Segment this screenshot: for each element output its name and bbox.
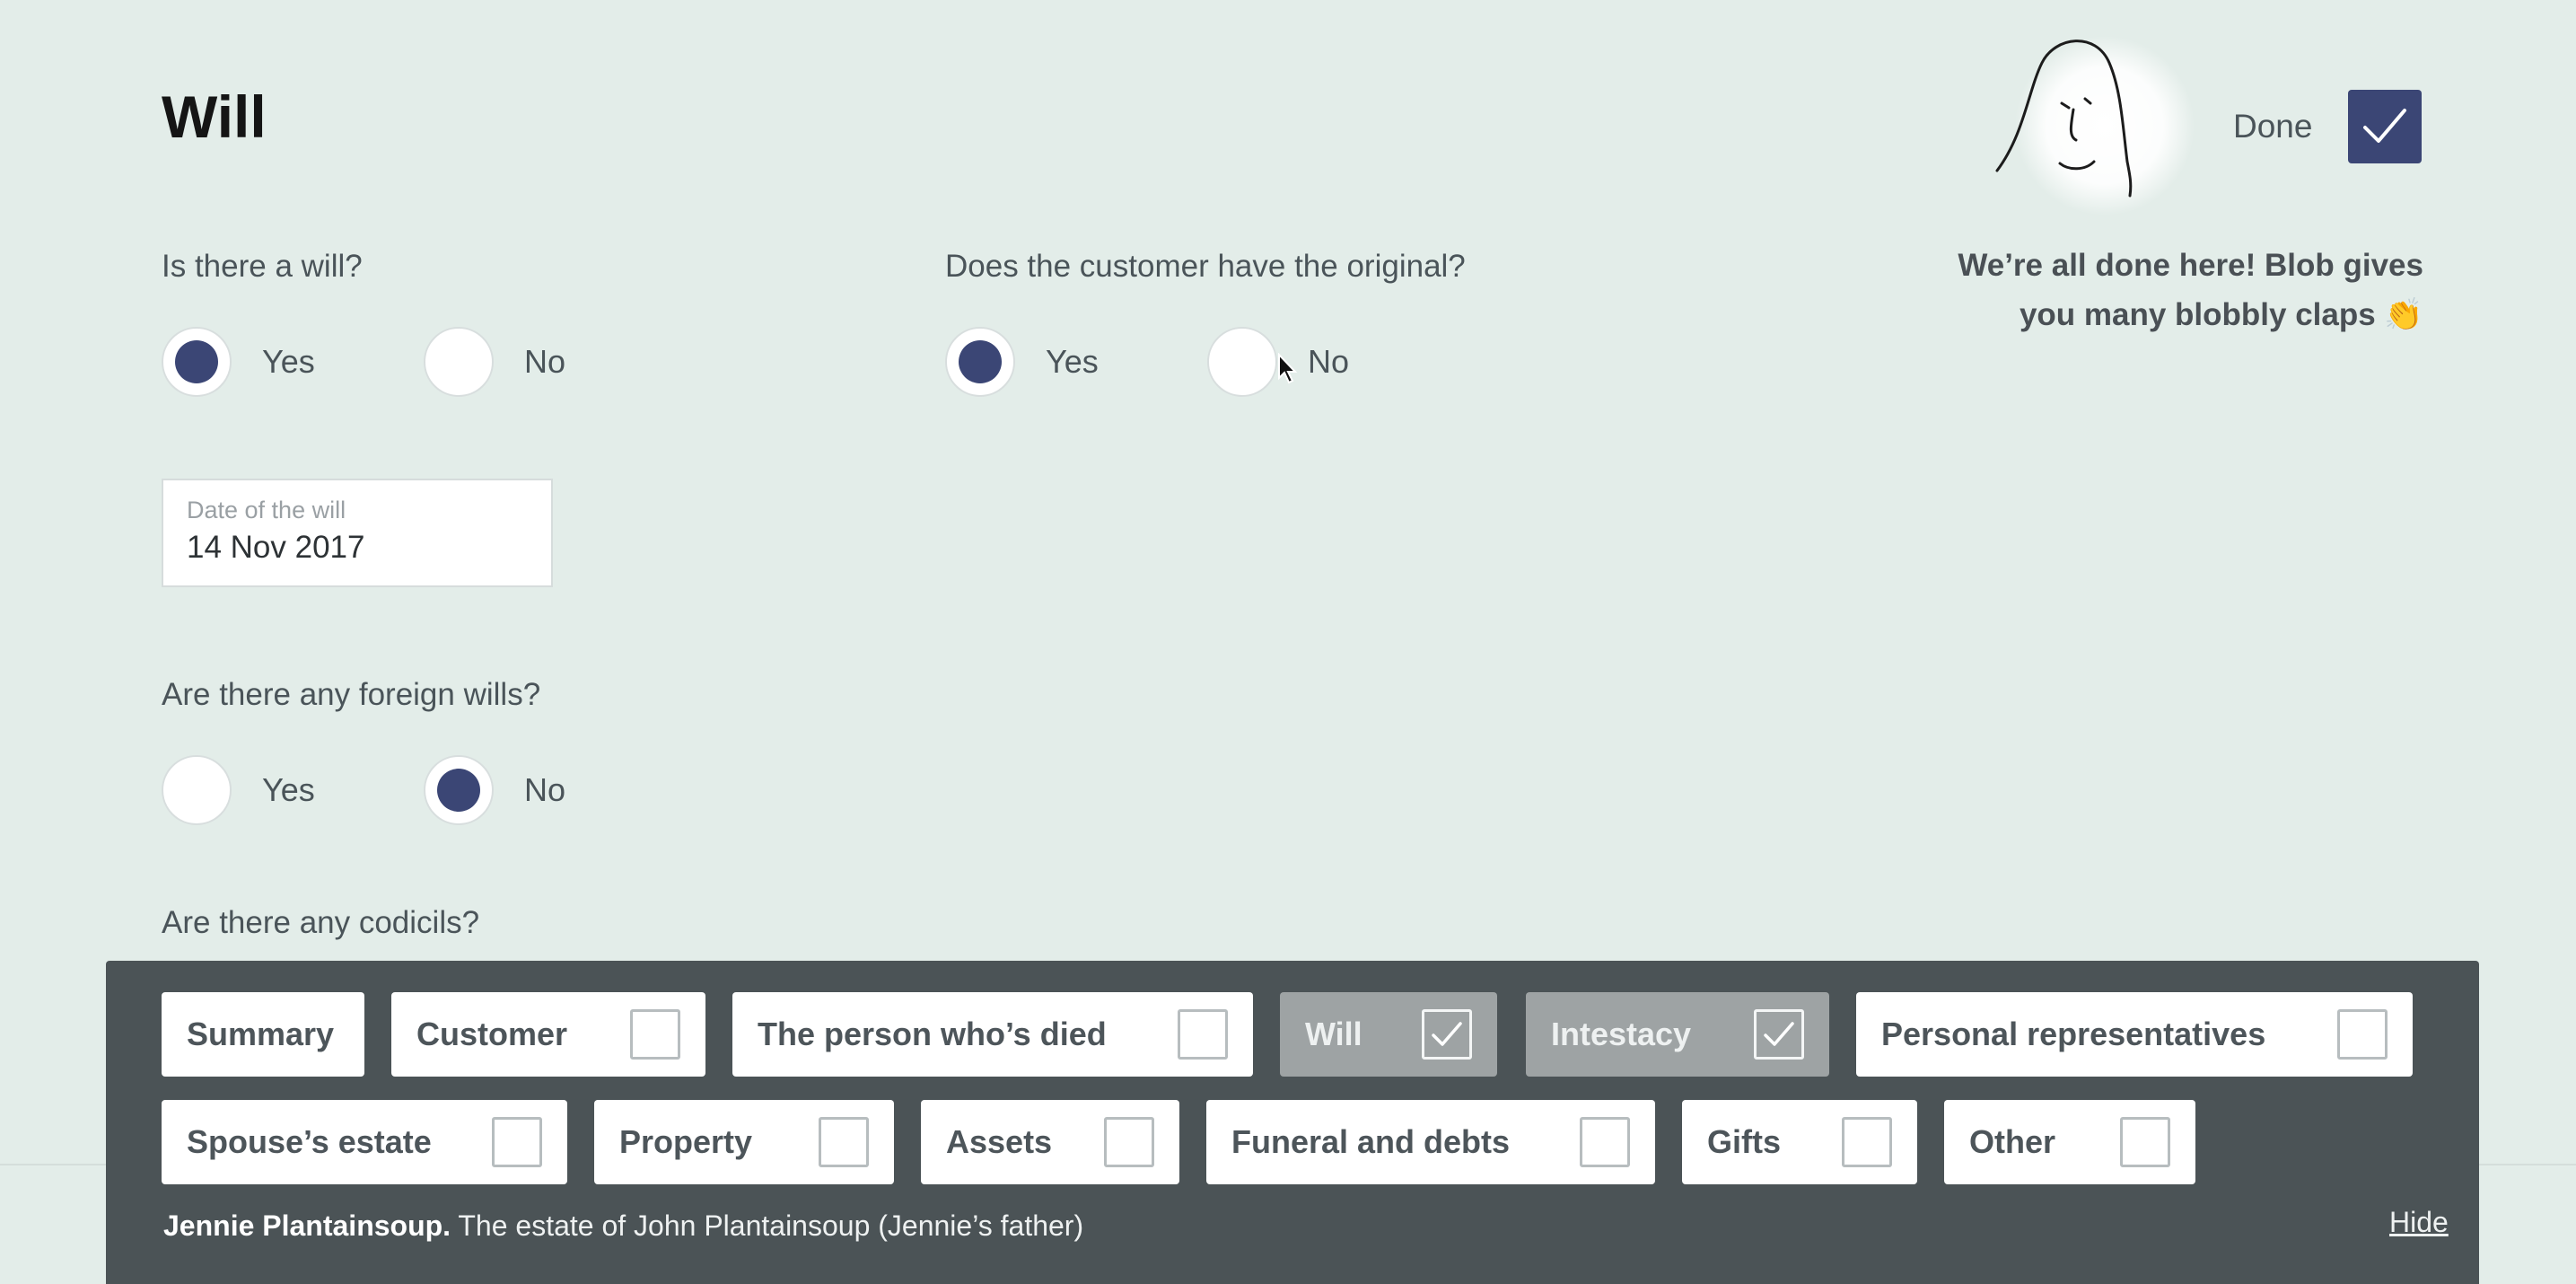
radio-label: Yes xyxy=(262,343,315,380)
nav-checkbox[interactable] xyxy=(1842,1117,1892,1167)
date-of-will-value[interactable]: 14 Nov 2017 xyxy=(187,530,528,566)
nav-person-who-died[interactable]: The person who’s died xyxy=(732,992,1253,1077)
nav-label: Personal representatives xyxy=(1881,1016,2266,1052)
radio-label: No xyxy=(524,771,566,808)
nav-customer[interactable]: Customer xyxy=(391,992,705,1077)
nav-other[interactable]: Other xyxy=(1944,1100,2195,1184)
nav-label: Customer xyxy=(416,1016,568,1052)
nav-will[interactable]: Will xyxy=(1280,992,1497,1077)
nav-label: Spouse’s estate xyxy=(187,1123,432,1160)
mouse-pointer-icon xyxy=(1277,352,1299,390)
date-of-will-label: Date of the will xyxy=(187,497,346,523)
nav-funeral-and-debts[interactable]: Funeral and debts xyxy=(1206,1100,1655,1184)
question-has-original: Does the customer have the original? xyxy=(945,249,1466,284)
radio-group-foreign-wills: Yes No xyxy=(162,755,565,825)
nav-label: Summary xyxy=(187,1016,335,1052)
check-icon xyxy=(2363,109,2406,143)
customer-name: Jennie Plantainsoup. xyxy=(163,1209,451,1242)
nav-label: Property xyxy=(619,1123,753,1160)
radio-label: Yes xyxy=(1046,343,1099,380)
nav-summary[interactable]: Summary xyxy=(162,992,364,1077)
hide-link[interactable]: Hide xyxy=(2389,1206,2449,1239)
nav-label: Will xyxy=(1305,1016,1362,1052)
question-foreign-wills: Are there any foreign wills? xyxy=(162,677,541,712)
estate-description: The estate of John Plantainsoup (Jennie’… xyxy=(451,1209,1084,1242)
radio-selected-dot xyxy=(175,340,218,383)
nav-checkbox[interactable] xyxy=(2120,1117,2170,1167)
nav-checkbox[interactable] xyxy=(819,1117,869,1167)
radio-button[interactable] xyxy=(162,327,232,397)
completion-message: We’re all done here! Blob gives you many… xyxy=(1849,241,2423,339)
radio-option-yes[interactable]: Yes xyxy=(162,755,315,825)
done-label: Done xyxy=(2233,108,2313,145)
section-nav-row-2: Spouse’s estate Property Assets Funeral … xyxy=(162,1100,2195,1184)
nav-gifts[interactable]: Gifts xyxy=(1682,1100,1917,1184)
nav-label: Other xyxy=(1969,1123,2056,1160)
nav-spouses-estate[interactable]: Spouse’s estate xyxy=(162,1100,567,1184)
nav-label: Funeral and debts xyxy=(1231,1123,1511,1160)
radio-button[interactable] xyxy=(945,327,1015,397)
nav-checkbox[interactable] xyxy=(2337,1009,2388,1060)
radio-label: No xyxy=(524,343,566,380)
radio-button[interactable] xyxy=(1207,327,1277,397)
radio-button[interactable] xyxy=(424,755,494,825)
nav-label: Intestacy xyxy=(1551,1016,1692,1052)
radio-group-is-there-will: Yes No xyxy=(162,327,565,397)
estate-summary: Jennie Plantainsoup. The estate of John … xyxy=(163,1209,1083,1243)
nav-checkbox[interactable] xyxy=(1580,1117,1630,1167)
radio-label: Yes xyxy=(262,771,315,808)
radio-option-yes[interactable]: Yes xyxy=(945,327,1099,397)
radio-option-no[interactable]: No xyxy=(424,755,565,825)
nav-personal-representatives[interactable]: Personal representatives xyxy=(1856,992,2413,1077)
blob-face-icon xyxy=(1988,36,2195,215)
radio-selected-dot xyxy=(437,769,480,812)
nav-checkbox[interactable] xyxy=(1178,1009,1228,1060)
nav-checkbox-checked[interactable] xyxy=(1422,1009,1472,1060)
check-icon xyxy=(1432,1022,1462,1046)
nav-assets[interactable]: Assets xyxy=(921,1100,1179,1184)
page-title: Will xyxy=(162,84,267,150)
radio-label: No xyxy=(1308,343,1350,380)
nav-property[interactable]: Property xyxy=(594,1100,894,1184)
radio-group-has-original: Yes No xyxy=(945,327,1349,397)
date-of-will-field[interactable]: Date of the will 14 Nov 2017 xyxy=(162,479,553,587)
radio-button[interactable] xyxy=(162,755,232,825)
radio-option-no[interactable]: No xyxy=(424,327,565,397)
section-nav-row-1: Summary Customer The person who’s died W… xyxy=(162,992,2413,1077)
nav-checkbox[interactable] xyxy=(1104,1117,1154,1167)
question-is-there-will: Is there a will? xyxy=(162,249,363,284)
nav-checkbox[interactable] xyxy=(630,1009,680,1060)
nav-label: Assets xyxy=(946,1123,1053,1160)
radio-option-yes[interactable]: Yes xyxy=(162,327,315,397)
completion-message-line2: you many blobbly claps 👏 xyxy=(2019,297,2423,332)
nav-intestacy[interactable]: Intestacy xyxy=(1526,992,1829,1077)
done-checkbox[interactable] xyxy=(2348,90,2422,163)
radio-selected-dot xyxy=(959,340,1002,383)
radio-button[interactable] xyxy=(424,327,494,397)
completion-message-line1: We’re all done here! Blob gives xyxy=(1958,248,2423,283)
nav-checkbox-checked[interactable] xyxy=(1754,1009,1804,1060)
question-codicils: Are there any codicils? xyxy=(162,905,480,940)
nav-label: The person who’s died xyxy=(758,1016,1107,1052)
nav-label: Gifts xyxy=(1707,1123,1782,1160)
check-icon xyxy=(1764,1022,1794,1046)
nav-checkbox[interactable] xyxy=(492,1117,542,1167)
